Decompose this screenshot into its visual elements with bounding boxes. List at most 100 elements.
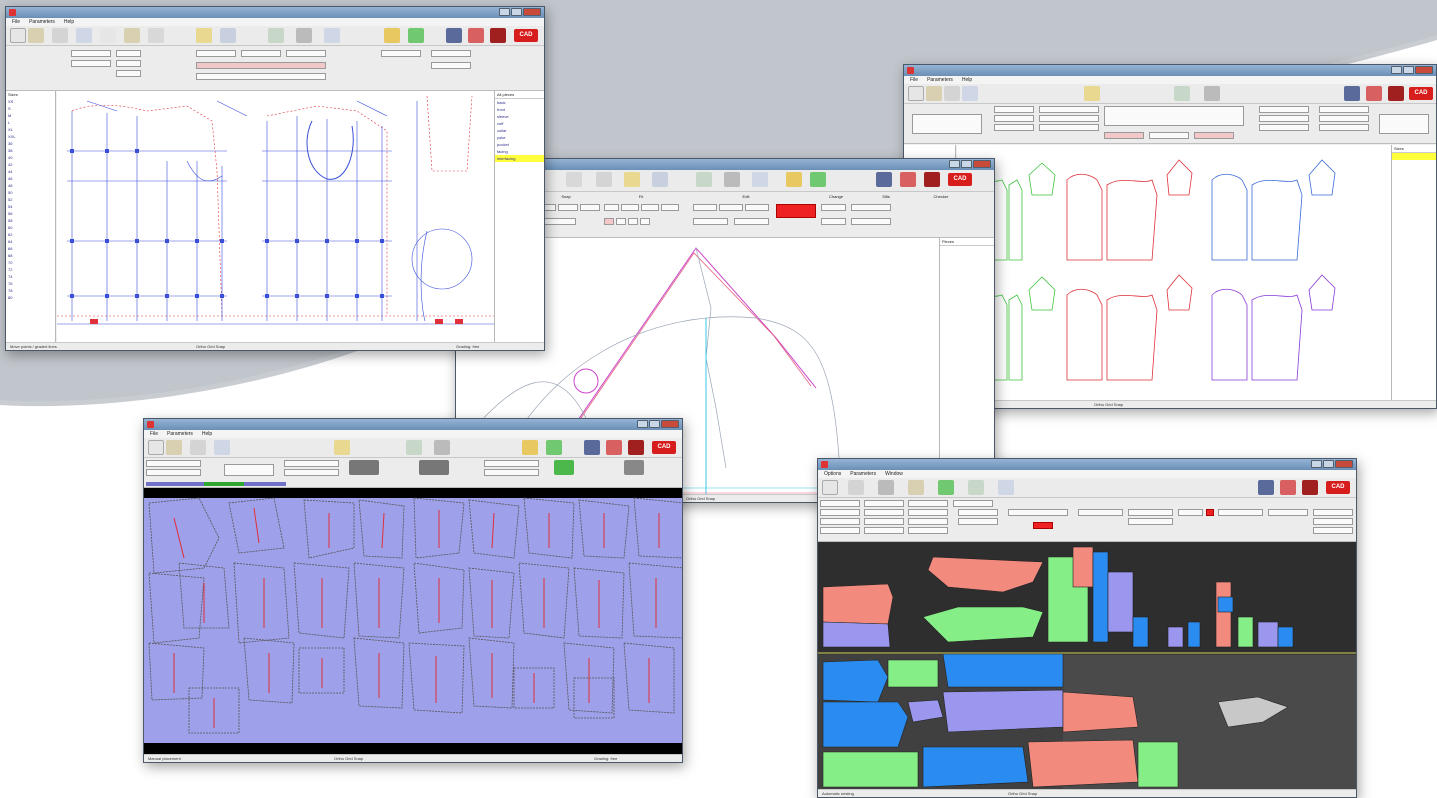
table-icon[interactable] <box>268 28 284 43</box>
list-item[interactable]: XS <box>6 98 55 105</box>
panel-button[interactable] <box>196 73 326 80</box>
list-item[interactable]: 48 <box>6 182 55 189</box>
list-item[interactable] <box>940 260 994 267</box>
panel-button[interactable] <box>286 50 326 57</box>
window-pattern-editor[interactable]: File Parameters Help CAD Sizes XS S M L … <box>5 6 545 351</box>
new-icon[interactable] <box>822 480 838 495</box>
list-item[interactable]: pocket <box>495 141 544 148</box>
close-button[interactable] <box>661 420 679 428</box>
window-marker-manual[interactable]: File Parameters Help CAD Manual placemen… <box>143 418 683 763</box>
panel-button[interactable] <box>1218 509 1263 516</box>
panel-button[interactable] <box>431 50 471 57</box>
panel-button[interactable] <box>1268 509 1308 516</box>
scissors-icon[interactable] <box>624 460 644 475</box>
list-item[interactable]: 64 <box>6 238 55 245</box>
pieces-list[interactable]: All pieces back front sleeve cuff collar… <box>494 91 544 343</box>
menu-options[interactable]: Options <box>824 470 841 478</box>
panel-button[interactable] <box>953 500 993 507</box>
list-item[interactable] <box>940 246 994 253</box>
panel-button[interactable] <box>994 106 1034 113</box>
export-icon[interactable] <box>468 28 484 43</box>
size-list[interactable]: Sizes <box>1391 145 1436 400</box>
pencil-icon[interactable] <box>522 440 538 455</box>
panel-button[interactable] <box>908 500 948 507</box>
panel-button[interactable] <box>912 114 982 134</box>
panel-button[interactable] <box>241 50 281 57</box>
list-item-selected[interactable]: interfacing <box>495 155 544 162</box>
panel-button[interactable] <box>864 500 904 507</box>
list-item[interactable]: yoke <box>495 134 544 141</box>
panel-button[interactable] <box>820 518 860 525</box>
menu-help[interactable]: Help <box>202 430 212 438</box>
panel-button[interactable] <box>1259 124 1309 131</box>
panel-button[interactable] <box>820 509 860 516</box>
move-icon[interactable] <box>190 440 206 455</box>
panel-button[interactable] <box>851 204 891 211</box>
panel-button[interactable] <box>820 527 860 534</box>
panel-button[interactable] <box>628 218 638 225</box>
rotate-icon[interactable] <box>214 440 230 455</box>
list-item[interactable] <box>1392 174 1436 181</box>
grading-canvas[interactable] <box>57 91 494 343</box>
menu-file[interactable]: File <box>910 76 918 84</box>
list-item[interactable]: 46 <box>6 175 55 182</box>
table-icon[interactable] <box>696 172 712 187</box>
list-item[interactable]: 50 <box>6 189 55 196</box>
table-icon[interactable] <box>968 480 984 495</box>
size-list[interactable]: Sizes XS S M L XL XXL 36 38 40 42 44 46 … <box>6 91 56 343</box>
list-item[interactable] <box>1392 167 1436 174</box>
panel-button[interactable] <box>994 115 1034 122</box>
save-icon[interactable] <box>584 440 600 455</box>
draw-icon[interactable] <box>1084 86 1100 101</box>
panel-button[interactable] <box>381 50 421 57</box>
pen-icon[interactable] <box>124 28 140 43</box>
grade-icon[interactable] <box>100 28 116 43</box>
list-item[interactable]: 36 <box>6 140 55 147</box>
list-item[interactable]: 38 <box>6 147 55 154</box>
close-button[interactable] <box>1335 460 1353 468</box>
panel-button[interactable] <box>734 218 769 225</box>
panel-button[interactable] <box>1149 132 1189 139</box>
panel-button[interactable] <box>719 204 743 211</box>
panel-button[interactable] <box>958 518 998 525</box>
panel-button[interactable] <box>958 509 998 516</box>
panel-button[interactable] <box>621 204 639 211</box>
draw-icon[interactable] <box>938 480 954 495</box>
list-item[interactable]: XXL <box>6 133 55 140</box>
panel-button[interactable] <box>1259 115 1309 122</box>
panel-button[interactable] <box>71 60 111 67</box>
green-check-icon[interactable] <box>408 28 424 43</box>
panel-button[interactable] <box>116 60 141 67</box>
red-toggle-button[interactable] <box>1206 509 1214 516</box>
panel-button[interactable] <box>908 509 948 516</box>
panel-button[interactable] <box>196 62 326 69</box>
pencil-icon[interactable] <box>384 28 400 43</box>
window-marker-auto[interactable]: Options Parameters Window CAD Automatic … <box>817 458 1357 798</box>
panel-button[interactable] <box>821 218 846 225</box>
red-toggle-button[interactable] <box>776 204 816 218</box>
panel-button[interactable] <box>864 527 904 534</box>
panel-button[interactable] <box>1319 124 1369 131</box>
panel-button[interactable] <box>1313 509 1353 516</box>
print-icon[interactable] <box>434 440 450 455</box>
list-item[interactable]: S <box>6 105 55 112</box>
panel-button[interactable] <box>820 500 860 507</box>
exit-icon[interactable] <box>490 28 506 43</box>
panel-button[interactable] <box>1128 518 1173 525</box>
save-icon[interactable] <box>1344 86 1360 101</box>
list-item[interactable] <box>940 267 994 274</box>
panel-button[interactable] <box>71 50 111 57</box>
panel-button[interactable] <box>431 62 471 69</box>
list-item[interactable]: 52 <box>6 196 55 203</box>
marker-canvas[interactable] <box>144 488 682 754</box>
undo-arrow-icon[interactable] <box>554 460 574 475</box>
magic-wand-icon[interactable] <box>908 480 924 495</box>
list-item[interactable]: L <box>6 119 55 126</box>
new-icon[interactable] <box>10 28 26 43</box>
exit-icon[interactable] <box>924 172 940 187</box>
maximize-button[interactable] <box>1403 66 1414 74</box>
draw-icon[interactable] <box>196 28 212 43</box>
export-icon[interactable] <box>1280 480 1296 495</box>
panel-button[interactable] <box>146 469 201 476</box>
menu-parameters[interactable]: Parameters <box>167 430 193 438</box>
